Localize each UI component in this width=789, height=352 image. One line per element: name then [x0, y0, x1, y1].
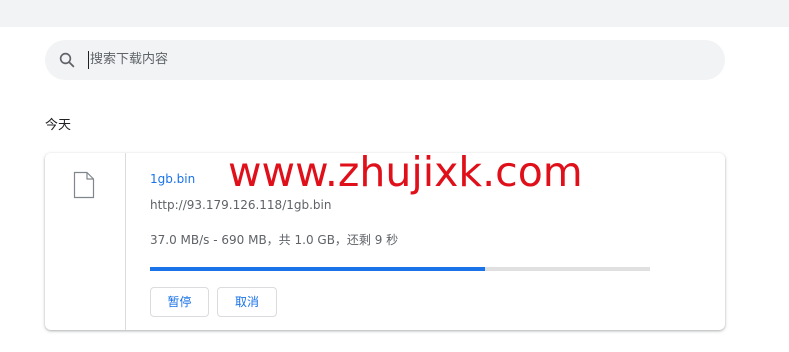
file-source-url[interactable]: http://93.179.126.118/1gb.bin	[150, 197, 331, 213]
download-progress-fill	[150, 267, 485, 271]
pause-button[interactable]: 暂停	[150, 287, 209, 317]
cancel-button[interactable]: 取消	[217, 287, 277, 317]
search-icon	[59, 52, 75, 68]
top-divider	[0, 27, 789, 31]
file-icon	[73, 171, 95, 199]
section-title-today: 今天	[45, 118, 72, 133]
text-caret	[88, 51, 89, 69]
file-icon-column	[45, 153, 126, 330]
search-bar[interactable]	[45, 40, 725, 80]
top-toolbar-strip	[0, 0, 789, 27]
download-progress-bar	[150, 267, 650, 271]
file-name-link[interactable]: 1gb.bin	[150, 171, 195, 187]
download-status-text: 37.0 MB/s - 690 MB，共 1.0 GB，还剩 9 秒	[150, 233, 399, 247]
search-input[interactable]	[90, 50, 690, 70]
watermark-text: www.zhujixk.com	[228, 148, 583, 196]
